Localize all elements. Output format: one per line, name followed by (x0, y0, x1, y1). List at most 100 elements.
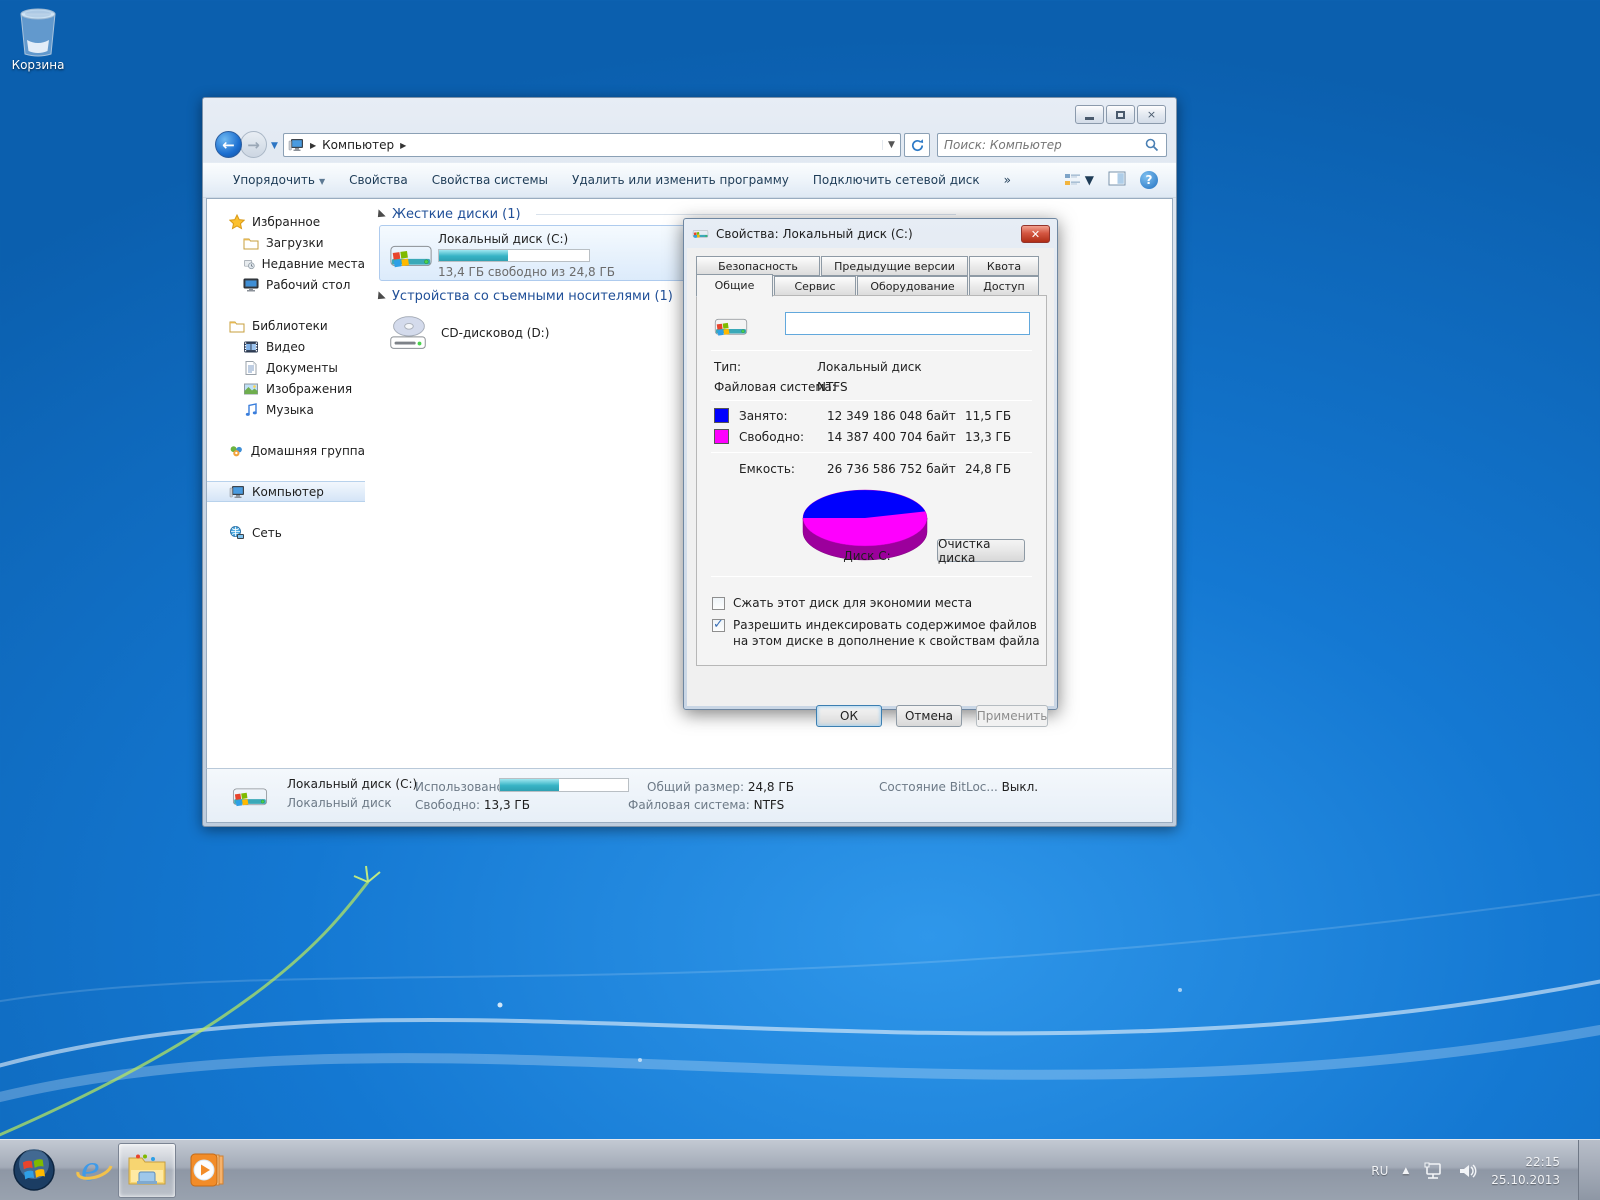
address-bar[interactable]: ▶ Компьютер ▶ ▼ (283, 133, 901, 157)
sidebar-item-favorites[interactable]: Избранное (207, 211, 365, 232)
sidebar-item-pictures[interactable]: Изображения (207, 378, 365, 399)
dialog-titlebar[interactable]: Свойства: Локальный диск (C:) (692, 226, 913, 241)
language-indicator[interactable]: RU (1371, 1164, 1388, 1178)
history-dropdown-icon[interactable]: ▼ (271, 141, 278, 151)
index-checkbox[interactable] (712, 619, 725, 632)
breadcrumb-arrow-icon: ▶ (310, 141, 316, 150)
sidebar-item-homegroup[interactable]: Домашняя группа (207, 440, 365, 461)
homegroup-icon (229, 443, 244, 459)
close-button[interactable]: × (1137, 105, 1166, 124)
drive-usage-meter (438, 249, 590, 262)
free-legend-swatch (714, 429, 729, 444)
sidebar-item-video[interactable]: Видео (207, 336, 365, 357)
computer-icon (229, 484, 245, 500)
address-dropdown-icon[interactable]: ▼ (882, 140, 900, 150)
type-value: Локальный диск (817, 360, 922, 374)
type-label: Тип: (714, 360, 741, 374)
tab-previous-versions[interactable]: Предыдущие версии (821, 256, 968, 276)
sidebar-item-libraries[interactable]: Библиотеки (207, 315, 365, 336)
recent-places-icon (243, 256, 255, 272)
disk-cleanup-button[interactable]: Очистка диска (937, 539, 1025, 562)
internet-explorer-button[interactable]: e (70, 1146, 118, 1194)
compress-row[interactable]: Сжать этот диск для экономии места (712, 596, 1045, 612)
sidebar-item-downloads[interactable]: Загрузки (207, 232, 365, 253)
sidebar-label: Загрузки (266, 236, 324, 250)
dialog-body: Безопасность Предыдущие версии Квота Общ… (687, 248, 1054, 706)
refresh-icon (910, 138, 925, 153)
properties-command[interactable]: Свойства (337, 168, 420, 192)
compress-checkbox[interactable] (712, 597, 725, 610)
cd-drive-icon (385, 310, 431, 356)
network-tray-icon[interactable] (1423, 1162, 1443, 1180)
sidebar-item-music[interactable]: Музыка (207, 399, 365, 420)
recycle-bin[interactable]: Корзина (8, 6, 68, 72)
computer-icon (288, 137, 304, 153)
clock-time: 22:15 (1491, 1153, 1560, 1171)
internet-explorer-icon: e (74, 1150, 114, 1190)
refresh-button[interactable] (904, 133, 930, 157)
show-desktop-button[interactable] (1578, 1140, 1600, 1200)
drive-c-item[interactable]: Локальный диск (C:) 13,4 ГБ свободно из … (379, 225, 713, 281)
volume-tray-icon[interactable] (1457, 1162, 1477, 1180)
maximize-button[interactable] (1106, 105, 1135, 124)
sidebar-label: Библиотеки (252, 319, 328, 333)
explorer-titlebar[interactable]: × (203, 98, 1176, 128)
free-label: Свободно: (739, 430, 804, 444)
volume-label-input[interactable] (785, 312, 1030, 335)
search-icon[interactable] (1144, 137, 1160, 153)
apply-button[interactable]: Применить (976, 705, 1048, 727)
collapse-triangle-icon[interactable] (374, 209, 385, 220)
properties-dialog: Свойства: Локальный диск (C:) ✕ Безопасн… (683, 218, 1058, 710)
star-icon (229, 214, 245, 230)
organize-menu[interactable]: Упорядочить▼ (221, 168, 337, 192)
tab-hardware[interactable]: Оборудование (857, 276, 968, 296)
index-row[interactable]: Разрешить индексировать содержимое файло… (712, 618, 1045, 649)
clock[interactable]: 22:15 25.10.2013 (1491, 1153, 1560, 1189)
tab-tools[interactable]: Сервис (774, 276, 856, 296)
sidebar-item-network[interactable]: Сеть (207, 522, 365, 543)
show-hidden-icons-button[interactable]: ▲ (1402, 1166, 1409, 1176)
start-button[interactable] (10, 1146, 58, 1194)
search-box[interactable] (937, 133, 1167, 157)
recycle-bin-icon (15, 6, 61, 58)
dialog-close-button[interactable]: ✕ (1021, 225, 1050, 243)
used-bytes: 12 349 186 048 байт (827, 409, 956, 423)
sidebar-label: Видео (266, 340, 305, 354)
compress-label: Сжать этот диск для экономии места (733, 596, 1045, 612)
sidebar-item-documents[interactable]: Документы (207, 357, 365, 378)
collapse-triangle-icon[interactable] (374, 291, 385, 302)
minimize-button[interactable] (1075, 105, 1104, 124)
details-total: Общий размер: 24,8 ГБ (647, 780, 794, 794)
media-player-button[interactable] (184, 1146, 232, 1194)
cancel-button[interactable]: Отмена (896, 705, 962, 727)
breadcrumb-arrow-icon[interactable]: ▶ (400, 141, 406, 150)
tab-sharing[interactable]: Доступ (969, 276, 1039, 296)
change-view-button[interactable]: ▼ (1064, 172, 1094, 188)
search-input[interactable] (938, 138, 1144, 152)
sidebar-item-recent-places[interactable]: Недавние места (207, 253, 365, 274)
tab-quota[interactable]: Квота (969, 256, 1039, 276)
details-used-label: Использовано: (415, 780, 508, 794)
ok-button[interactable]: ОК (816, 705, 882, 727)
cd-drive-item[interactable]: CD-дисковод (D:) (379, 307, 639, 359)
sidebar-item-desktop[interactable]: Рабочий стол (207, 274, 365, 295)
windows-explorer-button[interactable] (123, 1146, 171, 1194)
breadcrumb-computer[interactable]: Компьютер (322, 138, 394, 152)
sidebar-item-computer[interactable]: Компьютер (207, 481, 365, 502)
forward-button[interactable]: → (240, 131, 267, 158)
capacity-size: 24,8 ГБ (965, 462, 1011, 476)
used-size: 11,5 ГБ (965, 409, 1011, 423)
tab-general[interactable]: Общие (696, 274, 773, 297)
uninstall-program-command[interactable]: Удалить или изменить программу (560, 168, 801, 192)
preview-pane-button[interactable] (1108, 171, 1126, 189)
system-properties-command[interactable]: Свойства системы (420, 168, 560, 192)
used-label: Занято: (739, 409, 788, 423)
tab-security[interactable]: Безопасность (696, 256, 820, 276)
more-commands-chevron[interactable]: » (992, 168, 1023, 192)
map-network-drive-command[interactable]: Подключить сетевой диск (801, 168, 992, 192)
index-label: Разрешить индексировать содержимое файло… (733, 618, 1045, 649)
back-button[interactable]: ← (215, 131, 242, 158)
chevron-down-icon: ▼ (319, 177, 325, 186)
help-button[interactable]: ? (1140, 171, 1158, 189)
libraries-icon (229, 318, 245, 334)
